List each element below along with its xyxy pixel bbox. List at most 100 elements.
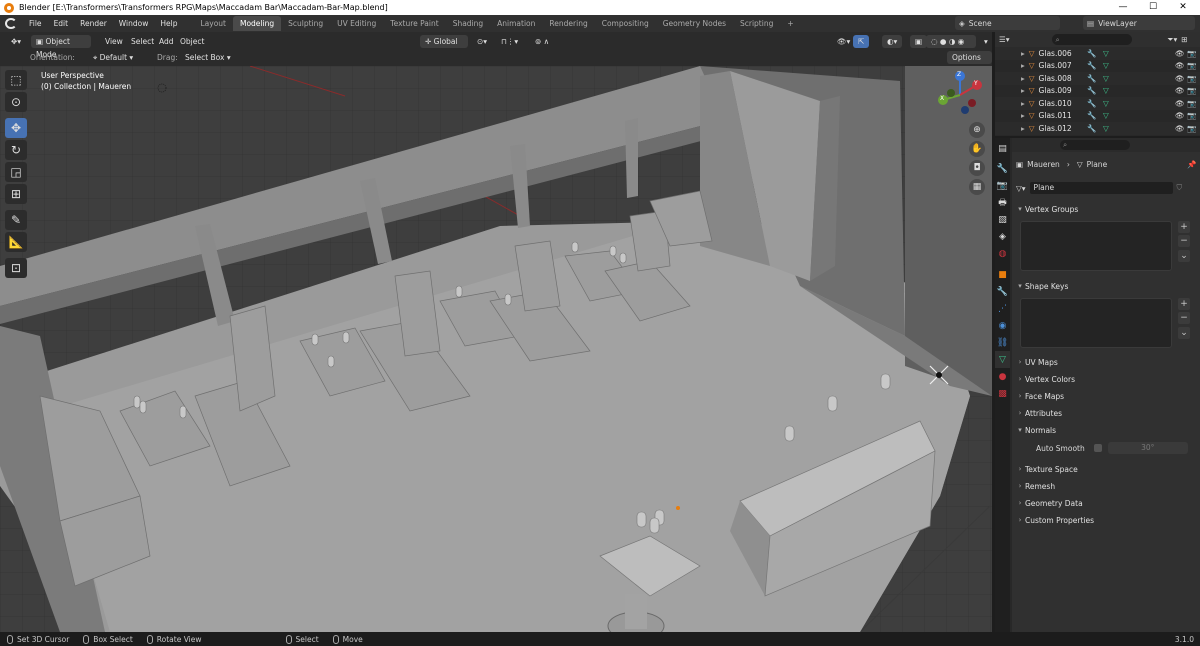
blender-menu-icon[interactable]	[5, 18, 17, 29]
menu-help[interactable]: Help	[154, 19, 183, 28]
add-shape-key-button[interactable]: +	[1178, 298, 1190, 310]
remove-shape-key-button[interactable]: −	[1178, 312, 1190, 324]
filter-icon[interactable]: ⏷▾	[1168, 35, 1178, 45]
texture-space-panel[interactable]: › Texture Space	[1015, 462, 1195, 476]
menu-file[interactable]: File	[23, 19, 48, 28]
uv-maps-panel[interactable]: › UV Maps	[1015, 355, 1195, 369]
outliner-search-input[interactable]: ⌕	[1051, 34, 1132, 45]
texture-tab-icon[interactable]: ▩	[995, 385, 1010, 402]
tab-rendering[interactable]: Rendering	[542, 16, 594, 31]
custom-properties-panel[interactable]: › Custom Properties	[1015, 513, 1195, 527]
tab-texture-paint[interactable]: Texture Paint	[383, 16, 445, 31]
tab-compositing[interactable]: Compositing	[595, 16, 656, 31]
vertex-groups-panel[interactable]: ▾ Vertex Groups	[1015, 202, 1195, 216]
menu-render[interactable]: Render	[74, 19, 113, 28]
tool-tab-icon[interactable]: 🔧	[995, 160, 1010, 177]
gizmo-toggle-icon[interactable]: ⇱	[853, 35, 870, 48]
menu-edit[interactable]: Edit	[48, 19, 75, 28]
viewlayer-selector[interactable]: ▤ ViewLayer	[1083, 16, 1195, 30]
mesh-name-field[interactable]: Plane	[1029, 182, 1173, 194]
add-workspace-button[interactable]: +	[780, 16, 800, 31]
drag-dropdown[interactable]: Select Box ▾	[180, 51, 236, 64]
maximize-button[interactable]: ☐	[1138, 0, 1168, 15]
constraints-tab-icon[interactable]: ⛓	[995, 334, 1010, 351]
material-tab-icon[interactable]: ●	[995, 368, 1010, 385]
move-tool-icon[interactable]: ✥	[5, 118, 27, 138]
render-tab-icon[interactable]: 📷	[995, 177, 1010, 194]
mesh-datablock-selector[interactable]: ▽▾ Plane ⛉	[1016, 182, 1182, 194]
select-box-tool-icon[interactable]: ⬚	[5, 70, 27, 90]
tab-layout[interactable]: Layout	[193, 16, 233, 31]
perspective-grid-icon[interactable]: ▦	[969, 179, 985, 195]
annotate-tool-icon[interactable]: ✎	[5, 210, 27, 230]
outliner-row[interactable]: ▸ ▽ Glas.006 🔧 ▽ 👁 📷	[995, 47, 1200, 60]
menu-object[interactable]: Object	[175, 35, 209, 48]
add-cube-tool-icon[interactable]: ⊡	[5, 258, 27, 278]
vertex-colors-panel[interactable]: › Vertex Colors	[1015, 372, 1195, 386]
output-tab-icon[interactable]: 🖶	[995, 194, 1010, 211]
camera-view-icon[interactable]: ◘	[969, 160, 985, 176]
cursor-tool-icon[interactable]: ⊙	[5, 92, 27, 112]
fake-user-icon[interactable]: ⛉	[1177, 183, 1183, 193]
xray-toggle-icon[interactable]: ▣	[910, 35, 928, 48]
attributes-panel[interactable]: › Attributes	[1015, 406, 1195, 420]
face-maps-panel[interactable]: › Face Maps	[1015, 389, 1195, 403]
orientation-dropdown[interactable]: ⌖ Default ▾	[88, 51, 138, 64]
tab-uv-editing[interactable]: UV Editing	[330, 16, 383, 31]
outliner-editor-icon[interactable]: ☰▾	[999, 35, 1010, 44]
tab-sculpting[interactable]: Sculpting	[281, 16, 330, 31]
shape-keys-panel[interactable]: ▾ Shape Keys	[1015, 279, 1195, 293]
props-search-input[interactable]: ⌕	[1060, 140, 1130, 150]
auto-smooth-angle-field[interactable]: 30°	[1107, 442, 1188, 454]
options-dropdown[interactable]: Options ▾	[947, 51, 992, 75]
outliner-row[interactable]: ▸ ▽ Glas.007 🔧 ▽ 👁 📷	[995, 60, 1200, 73]
snap-icon[interactable]: ⊓⋮▾	[496, 35, 523, 48]
scene-selector[interactable]: ◈ Scene	[955, 16, 1060, 30]
tab-geometry-nodes[interactable]: Geometry Nodes	[656, 16, 733, 31]
remesh-panel[interactable]: › Remesh	[1015, 479, 1195, 493]
outliner-row[interactable]: ▸ ▽ Glas.010 🔧 ▽ 👁 📷	[995, 97, 1200, 110]
shape-keys-menu-icon[interactable]: ⌄	[1178, 327, 1190, 339]
rotate-tool-icon[interactable]: ↻	[5, 140, 27, 160]
particles-tab-icon[interactable]: ⋰	[995, 300, 1010, 317]
editor-type-button[interactable]: ✥▾	[6, 35, 26, 48]
vertex-groups-list[interactable]	[1020, 221, 1172, 271]
tab-modeling[interactable]: Modeling	[232, 16, 282, 31]
physics-tab-icon[interactable]: ◉	[995, 317, 1010, 334]
view-layer-tab-icon[interactable]: ▧	[995, 211, 1010, 228]
navigation-gizmo[interactable]: Z Y X	[935, 70, 985, 120]
remove-vertex-group-button[interactable]: −	[1178, 235, 1190, 247]
add-vertex-group-button[interactable]: +	[1178, 221, 1190, 233]
modifier-tab-icon[interactable]: 🔧	[995, 283, 1010, 300]
mesh-data-tab-icon[interactable]: ▽	[995, 351, 1010, 368]
world-tab-icon[interactable]: ◍	[995, 245, 1010, 262]
pivot-icon[interactable]: ⊙▾	[472, 35, 492, 48]
transform-orientation-dropdown[interactable]: ✛ Global	[420, 35, 468, 48]
proportional-edit-icon[interactable]: ⊚ ∧	[530, 35, 554, 48]
props-editor-type-icon[interactable]: ▤	[995, 138, 1010, 160]
zoom-icon[interactable]: ⊕	[969, 122, 985, 138]
outliner-row[interactable]: ▸ ▽ Glas.009 🔧 ▽ 👁 📷	[995, 85, 1200, 98]
mode-dropdown[interactable]: ▣ Object Mode	[31, 35, 91, 59]
outliner-row[interactable]: ▸ ▽ Glas.011 🔧 ▽ 👁 📷	[995, 110, 1200, 123]
pin-icon[interactable]: 📌	[1187, 160, 1196, 169]
shading-dropdown-icon[interactable]: ▾	[979, 35, 993, 48]
vertex-groups-menu-icon[interactable]: ⌄	[1178, 250, 1190, 262]
pan-hand-icon[interactable]: ✋	[969, 141, 985, 157]
object-tab-icon[interactable]: ■	[995, 266, 1010, 283]
scene-tab-icon[interactable]: ◈	[995, 228, 1010, 245]
outliner-row[interactable]: ▸ ▽ Glas.012 🔧 ▽ 👁 📷	[995, 122, 1200, 135]
outliner-row[interactable]: ▸ ▽ Glas.008 🔧 ▽ 👁 📷	[995, 72, 1200, 85]
3d-viewport[interactable]: Z Y X ⊕ ✋ ◘ ▦	[0, 66, 992, 632]
menu-view[interactable]: View	[100, 35, 128, 48]
normals-panel[interactable]: ▾ Normals	[1015, 423, 1195, 437]
shape-keys-list[interactable]	[1020, 298, 1172, 348]
menu-window[interactable]: Window	[113, 19, 155, 28]
transform-tool-icon[interactable]: ⊞	[5, 184, 27, 204]
close-button[interactable]: ✕	[1168, 0, 1198, 15]
auto-smooth-checkbox[interactable]	[1093, 444, 1102, 452]
measure-tool-icon[interactable]: 📐	[5, 232, 27, 252]
tab-scripting[interactable]: Scripting	[733, 16, 780, 31]
shading-modes[interactable]: ◌ ● ◑ ◉	[926, 35, 976, 48]
new-collection-icon[interactable]: ⊞	[1181, 35, 1187, 44]
